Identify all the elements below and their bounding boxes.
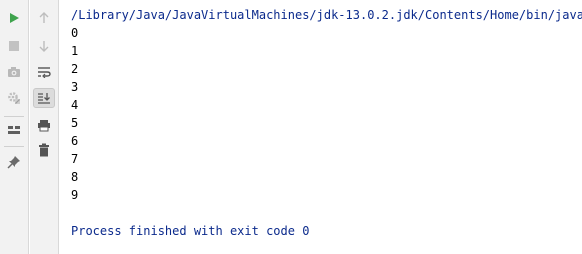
trash-icon xyxy=(38,143,50,157)
stop-icon xyxy=(8,40,20,52)
run-icon xyxy=(8,12,20,24)
dump-threads-button[interactable] xyxy=(3,62,25,82)
toolbar-separator xyxy=(4,116,24,117)
pin-tab-button[interactable] xyxy=(3,152,25,172)
up-arrow-icon xyxy=(38,12,50,24)
console-output[interactable]: /Library/Java/JavaVirtualMachines/jdk-13… xyxy=(60,0,582,254)
pin-icon xyxy=(7,155,21,169)
print-icon xyxy=(37,119,51,132)
run-toolbar xyxy=(0,0,29,254)
output-line: 9 xyxy=(71,188,79,202)
previous-occurrence-button[interactable] xyxy=(33,8,55,28)
output-line: 3 xyxy=(71,80,79,94)
output-line: 0 xyxy=(71,26,79,40)
output-line: 1 xyxy=(71,44,79,58)
scroll-to-end-icon xyxy=(37,92,51,104)
restore-layout-button[interactable] xyxy=(3,120,25,140)
down-arrow-icon xyxy=(38,40,50,52)
process-exit-status: Process finished with exit code 0 xyxy=(71,224,310,238)
settings-disabled-icon xyxy=(7,91,21,105)
next-occurrence-button[interactable] xyxy=(33,36,55,56)
output-line: 8 xyxy=(71,170,79,184)
run-console-panel: /Library/Java/JavaVirtualMachines/jdk-13… xyxy=(0,0,582,254)
clear-all-button[interactable] xyxy=(33,140,55,160)
scroll-to-end-button[interactable] xyxy=(33,88,55,108)
output-line: 2 xyxy=(71,62,79,76)
soft-wrap-button[interactable] xyxy=(33,62,55,82)
layout-icon xyxy=(7,124,21,136)
output-line: 5 xyxy=(71,116,79,130)
print-button[interactable] xyxy=(33,115,55,135)
settings-button[interactable] xyxy=(3,88,25,108)
rerun-button[interactable] xyxy=(3,8,25,28)
stop-button[interactable] xyxy=(3,36,25,56)
output-line: 7 xyxy=(71,152,79,166)
toolbar-separator xyxy=(4,146,24,147)
output-line: 4 xyxy=(71,98,79,112)
camera-icon xyxy=(7,66,21,78)
command-line: /Library/Java/JavaVirtualMachines/jdk-13… xyxy=(71,8,582,22)
output-line: 6 xyxy=(71,134,79,148)
console-toolbar xyxy=(30,0,59,254)
soft-wrap-icon xyxy=(37,66,51,78)
